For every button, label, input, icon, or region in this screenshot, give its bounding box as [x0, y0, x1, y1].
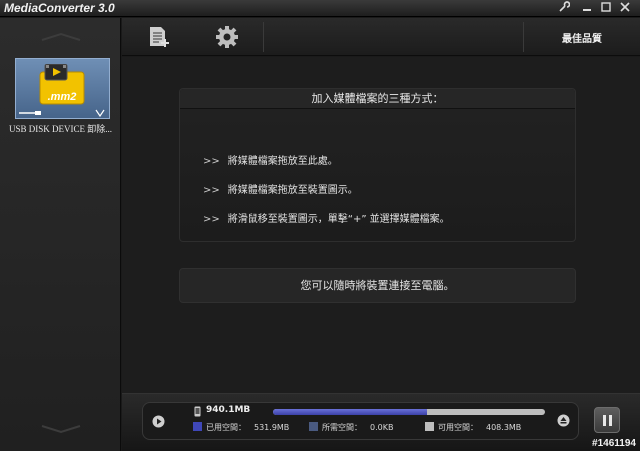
add-document-icon[interactable] [146, 24, 172, 50]
chevron-down-icon[interactable] [95, 109, 105, 117]
wrench-icon[interactable] [556, 1, 572, 15]
maximize-icon[interactable] [598, 1, 614, 15]
minimize-icon[interactable] [579, 1, 595, 15]
toolbar-divider [263, 22, 264, 52]
app-title: MediaConverter 3.0 [4, 1, 115, 15]
capacity-bar [273, 409, 545, 415]
storage-panel: 940.1MB 已用空間： 531.9MB 所需空間： 0.0KB 可用空間： 408… [142, 402, 579, 440]
free-swatch [425, 422, 434, 431]
device-name: USB DISK DEVICE 卸除... [8, 124, 112, 134]
play-icon[interactable] [152, 415, 165, 428]
instruction-line: >> 將滑鼠移至裝置圖示，單擊“+” 並選擇媒體檔案。 [203, 214, 450, 225]
pause-button[interactable] [594, 407, 620, 433]
device-icon [194, 406, 201, 417]
media-file-icon: .mm2 [37, 63, 87, 108]
needed-swatch [309, 422, 318, 431]
device-sidebar: .mm2 USB DISK DEVICE 卸除... [0, 18, 121, 451]
drop-area[interactable]: 加入媒體檔案的三種方式： >> 將媒體檔案拖放至此處。 >> 將媒體檔案拖放至裝置圖… [122, 57, 640, 393]
quality-button[interactable]: 最佳品質 [562, 30, 602, 45]
storage-bar: 940.1MB 已用空間： 531.9MB 所需空間： 0.0KB 可用空間： 408… [122, 393, 640, 451]
instructions-panel: 加入媒體檔案的三種方式： >> 將媒體檔案拖放至此處。 >> 將媒體檔案拖放至裝置圖… [179, 88, 576, 242]
connect-message: 您可以隨時將裝置連接至電腦。 [179, 268, 576, 303]
total-capacity: 940.1MB [206, 405, 251, 415]
legend-needed: 所需空間： 0.0KB [309, 422, 393, 433]
used-swatch [193, 422, 202, 431]
watermark: #1461194 [592, 438, 636, 449]
legend-used: 已用空間： 531.9MB [193, 422, 289, 433]
title-bar: MediaConverter 3.0 [0, 0, 640, 17]
device-badge: .mm2 [47, 91, 77, 103]
eject-icon[interactable] [557, 414, 570, 427]
device-tile[interactable]: .mm2 [15, 58, 110, 119]
used-fill [273, 409, 427, 415]
scroll-down-icon[interactable] [40, 424, 82, 434]
gear-icon[interactable] [214, 24, 240, 50]
instructions-title: 加入媒體檔案的三種方式： [180, 89, 575, 109]
instruction-line: >> 將媒體檔案拖放至裝置圖示。 [203, 185, 358, 196]
toolbar-divider [523, 22, 524, 52]
legend-free: 可用空間： 408.3MB [425, 422, 521, 433]
usb-icon [19, 111, 41, 115]
scroll-up-icon[interactable] [40, 32, 82, 42]
toolbar: 最佳品質 [122, 18, 640, 56]
close-icon[interactable] [617, 1, 633, 15]
instruction-line: >> 將媒體檔案拖放至此處。 [203, 156, 338, 167]
